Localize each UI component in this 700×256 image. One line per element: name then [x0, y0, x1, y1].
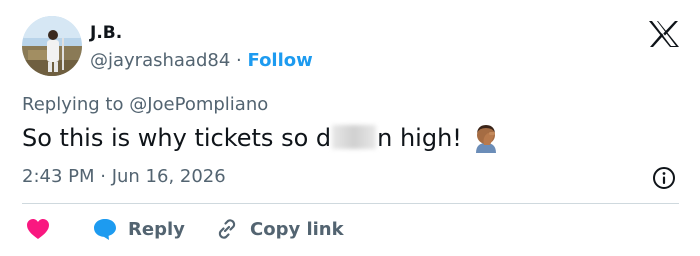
follow-button[interactable]: Follow — [248, 50, 313, 71]
link-icon — [218, 219, 236, 239]
reply-label: Reply — [128, 218, 185, 240]
replying-to: Replying to @JoePompliano — [22, 93, 268, 117]
timestamp[interactable]: 2:43 PM · Jun 16, 2026 — [22, 165, 226, 189]
copy-link-label: Copy link — [250, 218, 344, 240]
tweet-text-after: n high! — [377, 124, 462, 152]
copy-link-button[interactable]: Copy link — [214, 216, 344, 242]
tweet-text: So this is why tickets so d n high! — [22, 121, 500, 162]
reply-bubble-icon — [94, 219, 116, 240]
handle-row: @jayrashaad84 · Follow — [90, 49, 313, 73]
avatar[interactable] — [22, 16, 82, 76]
heart-icon — [27, 219, 49, 239]
user-handle[interactable]: @jayrashaad84 — [90, 50, 230, 71]
display-name[interactable]: J.B. — [90, 22, 313, 44]
tweet-text-before: So this is why tickets so d — [22, 124, 332, 152]
separator-dot: · — [236, 50, 242, 71]
mention-link[interactable]: @JoePompliano — [129, 94, 268, 115]
reply-button[interactable]: Reply — [92, 216, 185, 242]
tweet-card: J.B. @jayrashaad84 · Follow Replying to … — [0, 0, 700, 256]
like-button[interactable] — [26, 216, 50, 242]
censor-blur — [332, 125, 377, 149]
man-facepalming-emoji-icon — [472, 123, 500, 162]
info-icon[interactable] — [652, 166, 676, 190]
replying-prefix: Replying to — [22, 94, 124, 115]
author-info: J.B. @jayrashaad84 · Follow — [90, 22, 313, 73]
x-logo-icon[interactable] — [648, 20, 680, 48]
divider — [22, 203, 679, 204]
